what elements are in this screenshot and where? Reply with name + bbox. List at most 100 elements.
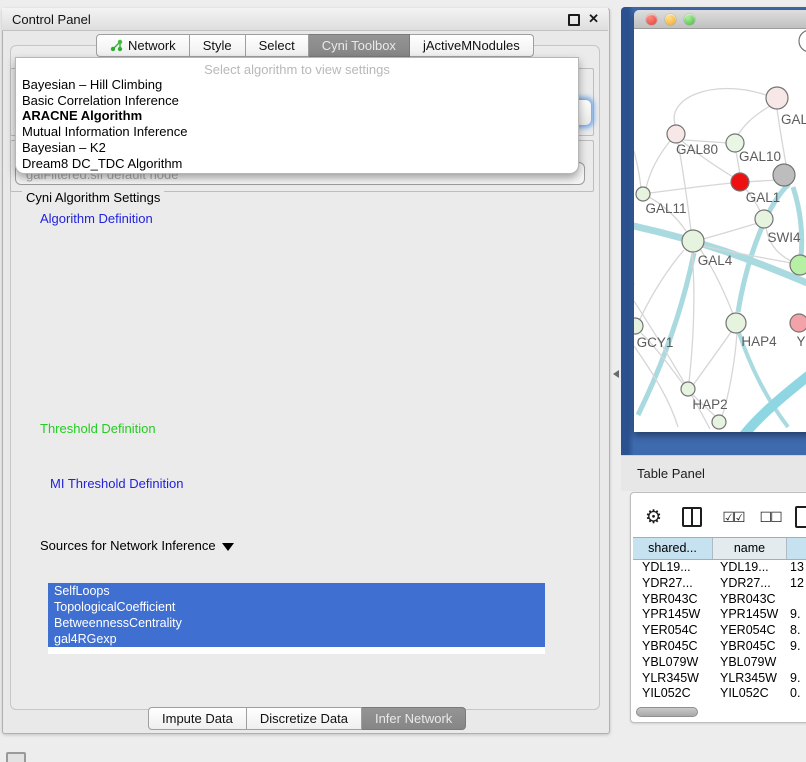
columns-icon[interactable] (682, 507, 702, 527)
desktop: Control Panel ✕ Network Style Select Cyni T… (0, 0, 806, 762)
table-panel-window: ⚙ ☑☑ ☐☐ shared...name YDL19...YDL19...13… (630, 492, 806, 723)
table-row[interactable]: YDL19...YDL19...13 (633, 560, 806, 576)
tab-style[interactable]: Style (190, 34, 246, 57)
control-panel-title: Control Panel (12, 12, 91, 27)
table-cell: YBR045C (633, 639, 713, 655)
algorithm-option-bayesian-hill-climbing[interactable]: Bayesian – Hill Climbing (16, 77, 578, 93)
column-header-shared[interactable]: shared... (633, 538, 713, 559)
algorithm-dropdown-popup: Select algorithm to view settings Bayesi… (15, 57, 579, 174)
table-cell: YBR043C (713, 592, 787, 608)
table-row[interactable]: YBR043CYBR043C (633, 592, 806, 608)
network-node-gal1[interactable] (731, 173, 749, 191)
tab-jactivemnodules[interactable]: jActiveMNodules (410, 34, 534, 57)
table-cell (787, 655, 806, 671)
data-attribute-item-betweennesscentrality[interactable]: BetweennessCentrality (48, 615, 545, 631)
data-attribute-item-topologicalcoefficient[interactable]: TopologicalCoefficient (48, 599, 545, 615)
data-attributes-list: SelfLoopsTopologicalCoefficientBetweenne… (48, 583, 545, 654)
tab-select[interactable]: Select (246, 34, 309, 57)
threshold-definition-title: Threshold Definition (36, 421, 160, 436)
node-table: shared...name YDL19...YDL19...13YDR27...… (633, 537, 806, 702)
data-attribute-item-selfloops[interactable]: SelfLoops (48, 583, 545, 599)
network-node-y[interactable] (790, 314, 806, 332)
table-row[interactable]: YER054CYER054C8. (633, 623, 806, 639)
table-cell (787, 592, 806, 608)
table-row[interactable]: YPR145WYPR145W9. (633, 607, 806, 623)
algorithm-option-mutual-information-inference[interactable]: Mutual Information Inference (16, 124, 578, 140)
network-node-gcy1[interactable] (634, 318, 643, 334)
control-panel-titlebar[interactable]: Control Panel ✕ (2, 8, 608, 31)
network-node-hap2[interactable] (681, 382, 695, 396)
network-node[interactable] (790, 255, 806, 275)
table-panel-title: Table Panel (637, 466, 705, 481)
algorithm-option-bayesian-k2[interactable]: Bayesian – K2 (16, 140, 578, 156)
table-horizontal-scrollbar-thumb[interactable] (636, 707, 698, 717)
column-header-name[interactable]: name (713, 538, 787, 559)
algorithm-option-basic-correlation-inference[interactable]: Basic Correlation Inference (16, 93, 578, 109)
table-cell: YPR145W (633, 607, 713, 623)
table-row[interactable]: YBL079WYBL079W (633, 655, 806, 671)
table-row[interactable]: YBR045CYBR045C9. (633, 639, 806, 655)
minimized-panel-icon[interactable] (6, 752, 26, 762)
table-cell: 0. (787, 686, 806, 702)
bottom-tabs: Impute DataDiscretize DataInfer Network (148, 707, 466, 730)
table-cell: YER054C (633, 623, 713, 639)
network-node-label: GAL (781, 112, 806, 127)
network-node-label: GAL4 (698, 253, 733, 268)
network-node[interactable] (712, 415, 726, 429)
tab-network[interactable]: Network (96, 34, 190, 57)
tab-infer-network[interactable]: Infer Network (362, 707, 466, 730)
table-cell: 9. (787, 671, 806, 687)
network-node-label: HAP4 (741, 334, 777, 349)
network-window[interactable]: GALGAL80GAL10GAL1SWI4GAL11GAL4GCY1HAP4YH… (634, 10, 806, 432)
network-window-titlebar[interactable] (634, 10, 806, 29)
function-builder-icon[interactable] (795, 506, 806, 528)
deselect-all-checkboxes-icon[interactable]: ☐☐ (760, 509, 781, 526)
network-node-label: GAL10 (739, 149, 781, 164)
collapse-down-icon[interactable] (222, 543, 234, 551)
tab-cyni-toolbox[interactable]: Cyni Toolbox (309, 34, 410, 57)
tab-impute-data[interactable]: Impute Data (148, 707, 247, 730)
table-row[interactable]: YDR27...YDR27...12 (633, 576, 806, 592)
network-node-label: GAL1 (746, 190, 781, 205)
tab-discretize-data[interactable]: Discretize Data (247, 707, 362, 730)
network-node[interactable] (773, 164, 795, 186)
select-all-checkboxes-icon[interactable]: ☑☑ (722, 509, 743, 526)
algorithm-dropdown-prompt: Select algorithm to view settings (16, 58, 578, 77)
network-node[interactable] (799, 30, 806, 52)
table-row[interactable]: YIL052CYIL052C0. (633, 686, 806, 702)
tab-label: Style (203, 38, 232, 53)
minimize-traffic-light[interactable] (665, 14, 676, 25)
table-cell: YLR345W (713, 671, 787, 687)
tab-label: Cyni Toolbox (322, 38, 396, 53)
zoom-traffic-light[interactable] (684, 14, 695, 25)
network-node-label: GCY1 (637, 335, 674, 350)
table-cell: YER054C (713, 623, 787, 639)
table-cell: YDL19... (633, 560, 713, 576)
network-node-label: Y (796, 334, 805, 349)
close-traffic-light[interactable] (646, 14, 657, 25)
network-node-gal11[interactable] (636, 187, 650, 201)
table-cell: YPR145W (713, 607, 787, 623)
split-pane-handle[interactable] (613, 370, 619, 378)
gear-icon[interactable]: ⚙ (645, 506, 662, 529)
column-header-2[interactable] (787, 538, 806, 559)
data-attribute-item-gal4rgexp[interactable]: gal4RGexp (48, 631, 545, 647)
algorithm-option-aracne-algorithm[interactable]: ARACNE Algorithm (16, 108, 578, 124)
table-cell: YBR043C (633, 592, 713, 608)
table-cell: 12 (787, 576, 806, 592)
algorithm-option-dream8-dc-tdc-algorithm[interactable]: Dream8 DC_TDC Algorithm (16, 156, 578, 172)
network-node-gal[interactable] (766, 87, 788, 109)
network-node-swi4[interactable] (755, 210, 773, 228)
network-node-gal80[interactable] (667, 125, 685, 143)
table-row[interactable]: YLR345WYLR345W9. (633, 671, 806, 687)
control-panel-tabs: Network Style Select Cyni Toolbox jActiveMNo… (96, 34, 534, 57)
close-icon[interactable]: ✕ (588, 11, 599, 27)
float-window-icon[interactable] (568, 14, 580, 26)
network-node-gal4[interactable] (682, 230, 704, 252)
algorithm-dropdown-list: Bayesian – Hill ClimbingBasic Correlatio… (16, 77, 578, 171)
algorithm-definition-title: Algorithm Definition (36, 211, 157, 226)
sources-title[interactable]: Sources for Network Inference (36, 538, 238, 553)
network-canvas[interactable]: GALGAL80GAL10GAL1SWI4GAL11GAL4GCY1HAP4YH… (634, 29, 806, 432)
network-node-hap4[interactable] (726, 313, 746, 333)
table-cell: YBL079W (713, 655, 787, 671)
